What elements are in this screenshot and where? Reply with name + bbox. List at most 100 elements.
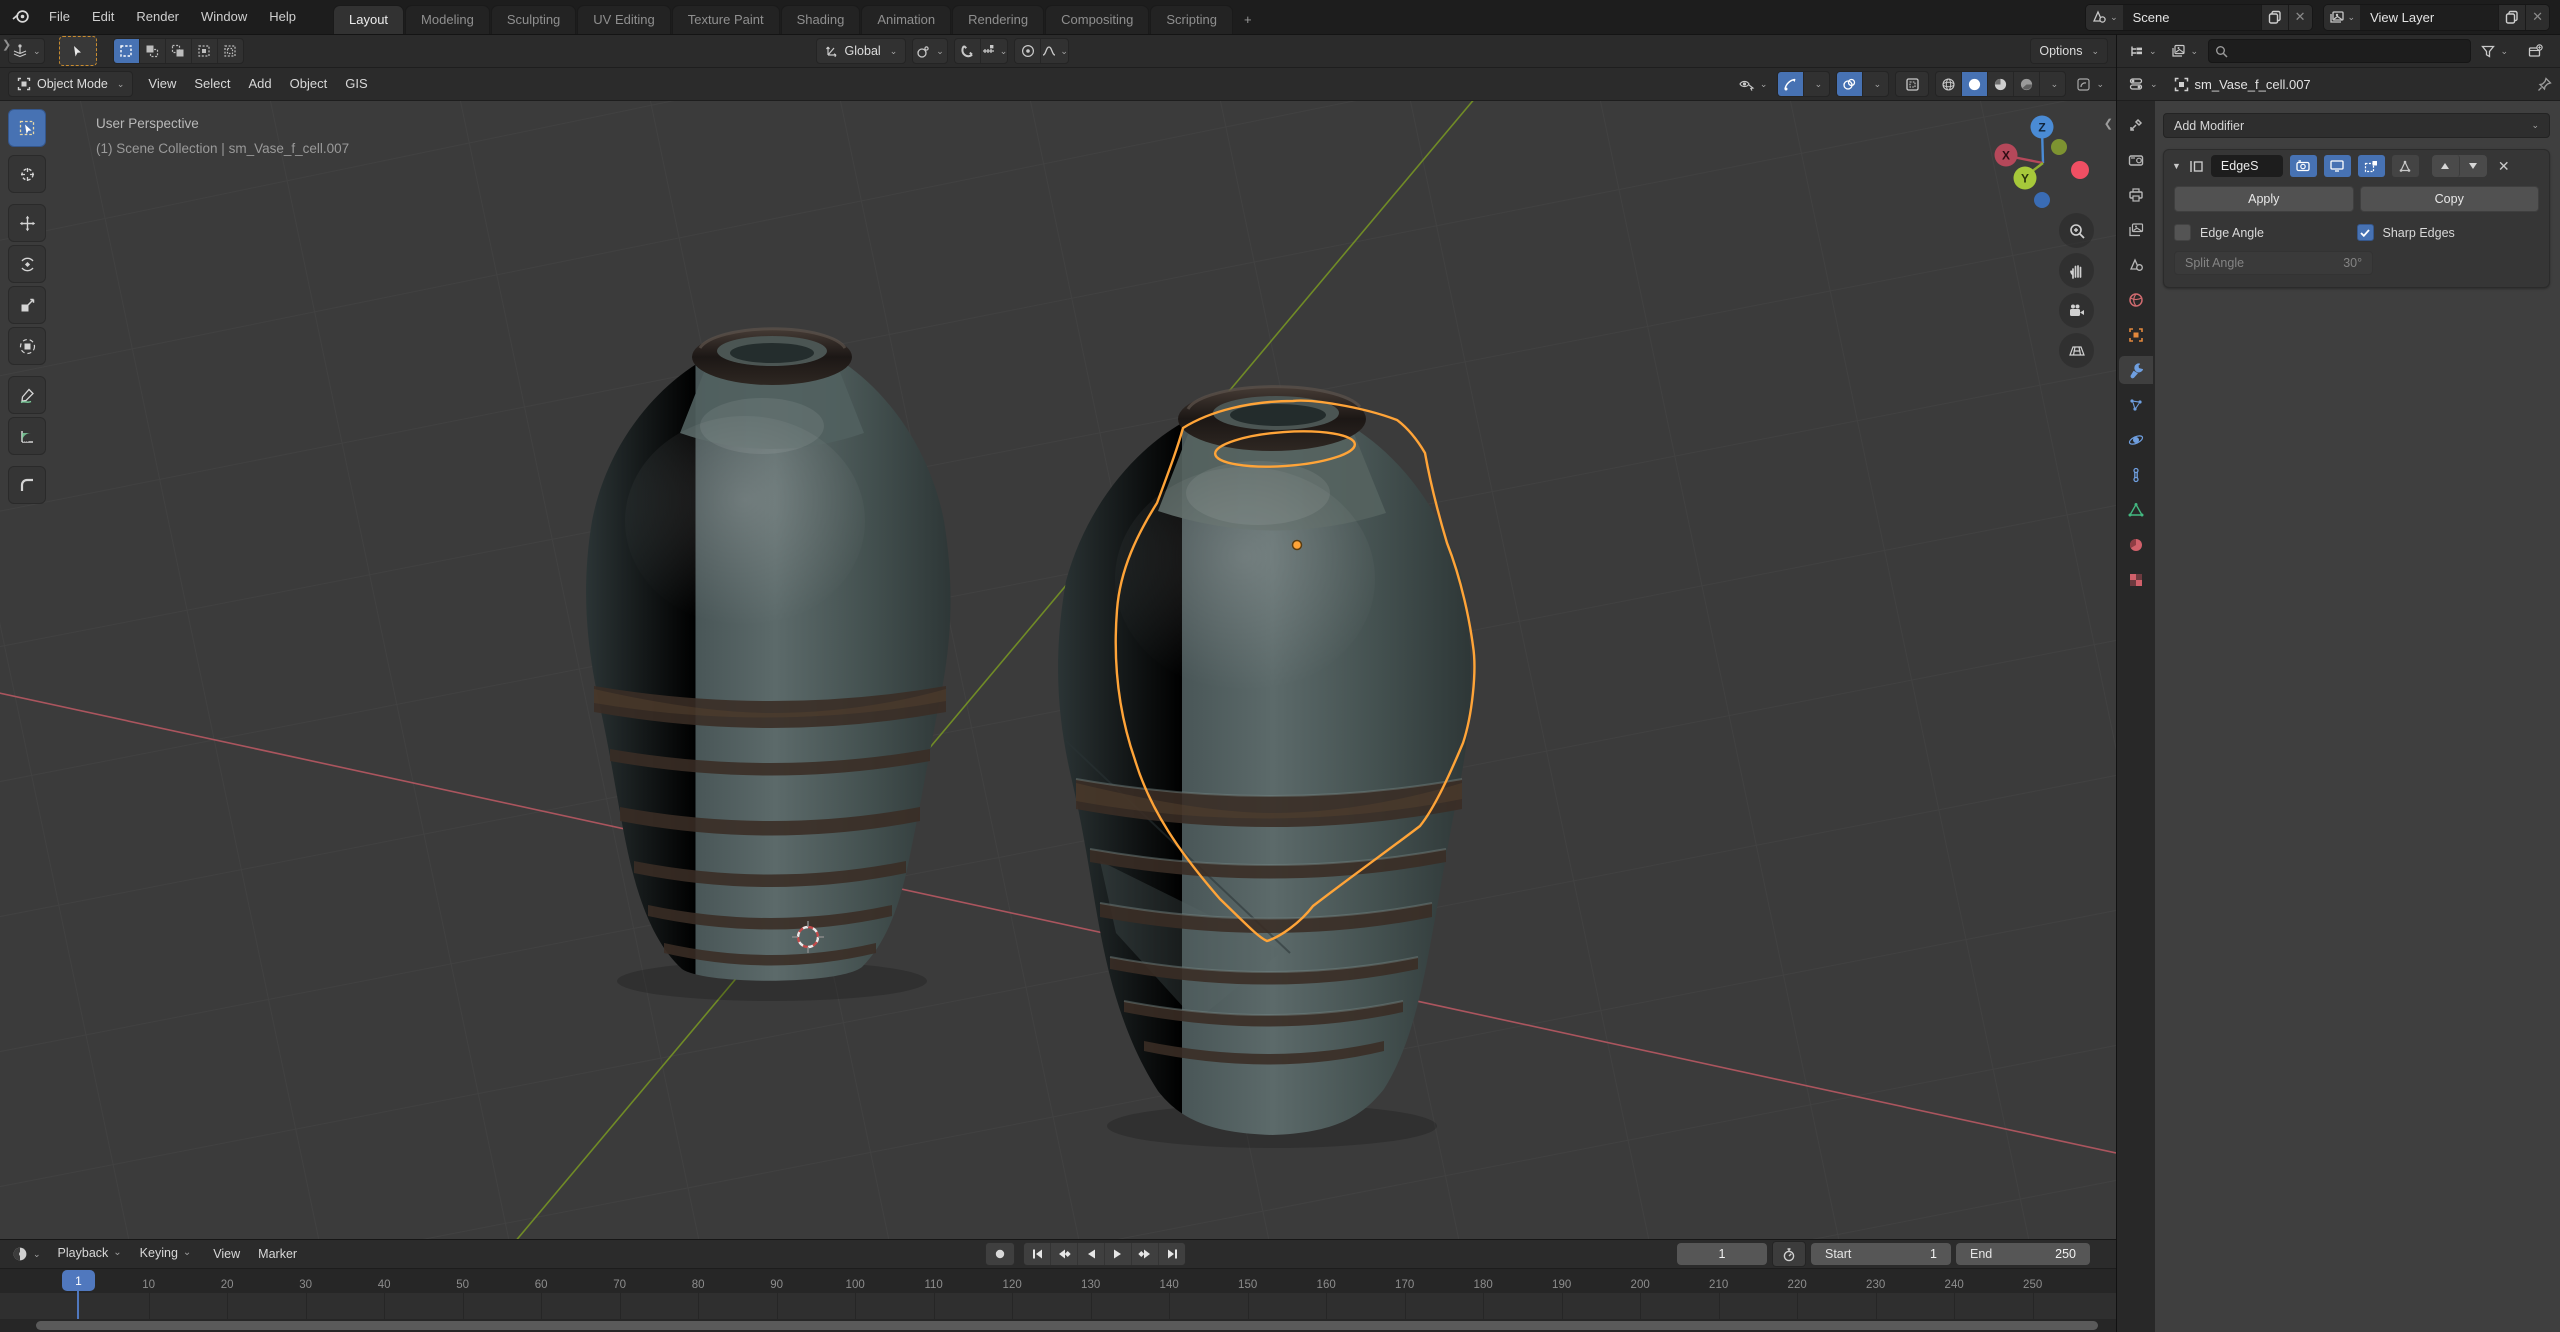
proportional-falloff-dropdown[interactable]: ⌄: [1041, 39, 1068, 63]
tab-render[interactable]: [2119, 146, 2153, 174]
timeline-editor-type-button[interactable]: ⌄: [8, 1241, 45, 1267]
timeline-scrollbar[interactable]: [36, 1321, 2098, 1330]
jump-to-end-button[interactable]: [1159, 1243, 1185, 1265]
scene-browse-icon[interactable]: ⌄: [2086, 5, 2123, 30]
viewport-menu[interactable]: Object: [281, 68, 337, 100]
active-tool-box-select-button[interactable]: [59, 36, 97, 66]
sidebar-collapse-arrow[interactable]: ❮: [2104, 117, 2113, 130]
shading-rendered-button[interactable]: [2014, 72, 2040, 96]
outliner-editor-type-button[interactable]: ⌄: [2125, 38, 2161, 64]
select-mode-subtract-button[interactable]: [166, 39, 192, 63]
view-layer-remove-icon[interactable]: ✕: [2525, 5, 2549, 30]
timeline-menu[interactable]: Keying: [131, 1239, 201, 1269]
timeline-ruler[interactable]: 1 10203040506070809010011012013014015016…: [0, 1268, 2116, 1293]
zoom-button[interactable]: [2059, 213, 2094, 248]
tab-material[interactable]: [2119, 531, 2153, 559]
split-angle-slider[interactable]: Split Angle 30°: [2174, 251, 2373, 275]
modifier-realtime-toggle[interactable]: [2324, 155, 2351, 177]
view-layer-name[interactable]: View Layer: [2360, 5, 2498, 30]
tool-move[interactable]: [8, 204, 46, 242]
timeline-menu[interactable]: Marker: [249, 1240, 306, 1268]
workspace-tab[interactable]: UV Editing: [577, 5, 670, 34]
gizmo-z-ball[interactable]: Z: [2038, 121, 2045, 135]
viewport-menu[interactable]: View: [139, 68, 185, 100]
gizmo-x-ball[interactable]: X: [2002, 149, 2010, 163]
preview-range-button[interactable]: [1772, 1241, 1806, 1267]
tab-particles[interactable]: [2119, 391, 2153, 419]
tool-transform[interactable]: [8, 327, 46, 365]
scene-name[interactable]: Scene: [2123, 5, 2261, 30]
outliner-search-input[interactable]: [2233, 43, 2464, 59]
pin-icon[interactable]: [2537, 77, 2552, 92]
tab-view-layer[interactable]: [2119, 216, 2153, 244]
play-reverse-button[interactable]: [1078, 1243, 1105, 1265]
modifier-cage-toggle[interactable]: [2392, 155, 2419, 177]
modifier-name-field[interactable]: EdgeS: [2211, 155, 2283, 177]
viewport-menu[interactable]: GIS: [336, 68, 376, 100]
object-visibility-dropdown[interactable]: ⌄: [1734, 71, 1772, 97]
workspace-tab[interactable]: Rendering: [952, 5, 1044, 34]
tab-physics[interactable]: [2119, 426, 2153, 454]
snap-magnet-toggle[interactable]: [955, 39, 981, 63]
view-layer-new-icon[interactable]: [2498, 5, 2525, 30]
scene-new-icon[interactable]: [2261, 5, 2288, 30]
tab-constraints[interactable]: [2119, 461, 2153, 489]
copy-button[interactable]: Copy: [2360, 186, 2540, 212]
workspace-tab[interactable]: Texture Paint: [672, 5, 780, 34]
overlays-dropdown[interactable]: ⌄: [1863, 72, 1888, 96]
topbar-menu[interactable]: Edit: [81, 0, 125, 34]
ortho-grid-button[interactable]: [2059, 333, 2094, 368]
blender-logo-icon[interactable]: [8, 3, 34, 29]
topbar-menu[interactable]: Help: [258, 0, 307, 34]
tool-select-box[interactable]: [8, 109, 46, 147]
workspace-tab[interactable]: Layout: [333, 5, 404, 34]
frame-start-field[interactable]: Start 1: [1811, 1243, 1951, 1265]
outliner-search[interactable]: [2208, 39, 2471, 63]
gizmos-toggle[interactable]: [1778, 72, 1804, 96]
viewport-menu[interactable]: Add: [240, 68, 281, 100]
frame-end-field[interactable]: End 250: [1956, 1243, 2090, 1265]
sharp-edges-checkbox[interactable]: [2357, 224, 2374, 241]
shading-dropdown[interactable]: ⌄: [2040, 72, 2065, 96]
current-frame-field[interactable]: 1: [1677, 1243, 1767, 1265]
select-mode-intersect-button[interactable]: [218, 39, 243, 63]
timeline-menu[interactable]: View: [204, 1240, 249, 1268]
tab-scene[interactable]: [2119, 251, 2153, 279]
add-workspace-button[interactable]: +: [1234, 6, 1262, 34]
select-mode-extend-button[interactable]: [140, 39, 166, 63]
prev-keyframe-button[interactable]: [1051, 1243, 1078, 1265]
viewport-shading-options-dropdown[interactable]: ⌄: [2072, 71, 2108, 97]
tool-cursor[interactable]: [8, 155, 46, 193]
timeline-expand-arrow[interactable]: ❯: [2, 38, 11, 51]
workspace-tab[interactable]: Scripting: [1150, 5, 1233, 34]
new-collection-button[interactable]: [2518, 38, 2552, 64]
tool-measure[interactable]: [8, 417, 46, 455]
add-modifier-dropdown[interactable]: Add Modifier ⌄: [2163, 113, 2550, 138]
timeline-track[interactable]: [0, 1293, 2116, 1319]
auto-keyframe-button[interactable]: [985, 1242, 1015, 1266]
3d-viewport[interactable]: User Perspective (1) Scene Collection | …: [0, 101, 2116, 1239]
shading-solid-button[interactable]: [1962, 72, 1988, 96]
gizmo-y-neg-ball[interactable]: [2051, 139, 2067, 155]
topbar-menu[interactable]: File: [38, 0, 81, 34]
tab-modifiers[interactable]: [2119, 356, 2153, 384]
workspace-tab[interactable]: Modeling: [405, 5, 490, 34]
jump-to-start-button[interactable]: [1024, 1243, 1051, 1265]
gizmo-y-ball[interactable]: Y: [2021, 172, 2029, 186]
vase-left[interactable]: [586, 329, 950, 981]
properties-editor-type-button[interactable]: ⌄: [2125, 71, 2162, 97]
outliner-display-mode-button[interactable]: ⌄: [2167, 38, 2203, 64]
gizmo-x-neg-ball[interactable]: [2071, 161, 2089, 179]
workspace-tab[interactable]: Sculpting: [491, 5, 576, 34]
mode-selector[interactable]: Object Mode ⌄: [8, 71, 133, 97]
tab-object[interactable]: [2119, 321, 2153, 349]
proportional-edit-toggle[interactable]: [1015, 39, 1041, 63]
workspace-tab[interactable]: Animation: [861, 5, 951, 34]
scene-unlink-icon[interactable]: ✕: [2288, 5, 2312, 30]
overlays-toggle[interactable]: [1837, 72, 1863, 96]
pan-hand-button[interactable]: [2059, 253, 2094, 288]
workspace-tab[interactable]: Compositing: [1045, 5, 1149, 34]
tab-texture[interactable]: [2119, 566, 2153, 594]
panel-expand-arrow-icon[interactable]: ▼: [2172, 161, 2181, 171]
workspace-tab[interactable]: Shading: [781, 5, 861, 34]
